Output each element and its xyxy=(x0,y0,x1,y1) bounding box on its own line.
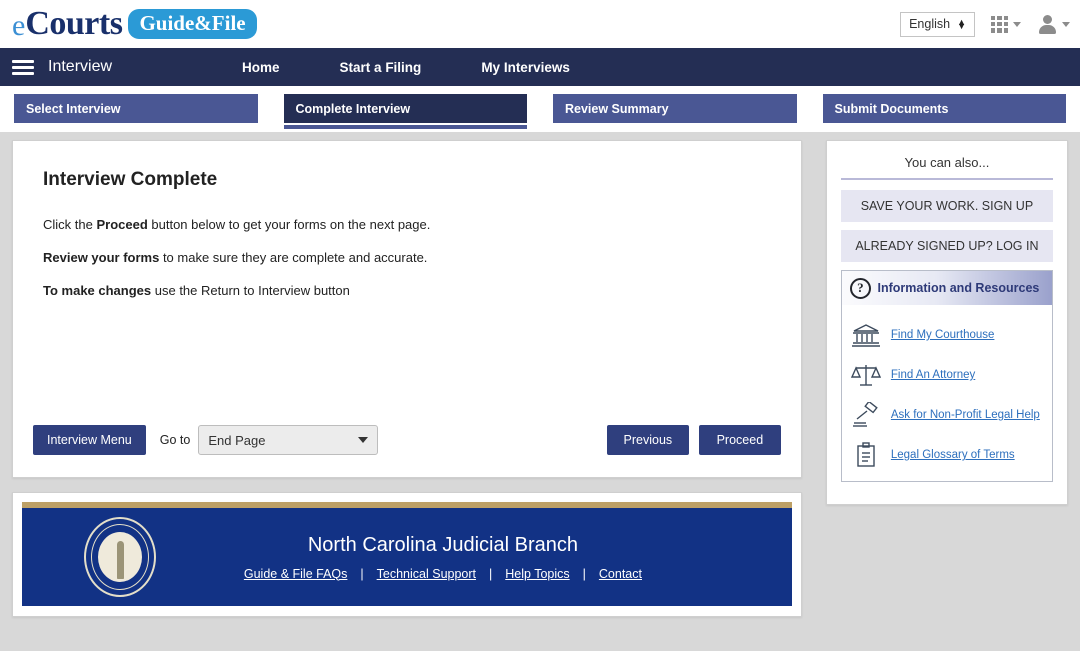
information-and-resources-box: ? Information and Resources Find My Cour… xyxy=(840,270,1053,482)
step-tab-label: Submit Documents xyxy=(834,101,949,116)
resource-row-find-my-courthouse: Find My Courthouse xyxy=(842,315,1052,355)
navbar-title: Interview xyxy=(48,58,113,75)
proceed-button[interactable]: Proceed xyxy=(698,425,781,455)
step-tab-label: Review Summary xyxy=(565,101,669,116)
step-tab-label: Complete Interview xyxy=(295,101,411,116)
step-tab-complete-interview[interactable]: Complete Interview xyxy=(283,94,527,129)
site-footer-card: North Carolina Judicial Branch Guide & F… xyxy=(12,492,802,617)
previous-button[interactable]: Previous xyxy=(606,425,689,455)
resource-links-list: Find My Courthouse Find An Attorney Ask … xyxy=(842,305,1052,481)
page-title: Interview Complete xyxy=(43,169,218,190)
footer-link-separator: | xyxy=(489,566,493,581)
language-selector[interactable]: English ▲ ▼ xyxy=(900,11,975,37)
footer-link-technical-support[interactable]: Technical Support xyxy=(377,567,476,581)
information-and-resources-title: Information and Resources xyxy=(877,281,1040,295)
footer-title: North Carolina Judicial Branch xyxy=(307,533,578,556)
brand-header-actions: English ▲ ▼ xyxy=(900,0,1070,48)
paragraph-2-bold: Review your forms xyxy=(43,250,160,265)
resource-link-find-my-courthouse[interactable]: Find My Courthouse xyxy=(891,329,995,341)
information-and-resources-header: ? Information and Resources xyxy=(841,271,1052,305)
ecourts-logo[interactable]: e Courts Guide&File xyxy=(12,7,257,41)
apps-grid-button[interactable] xyxy=(991,15,1021,33)
nc-judicial-seal-icon xyxy=(84,517,156,597)
hamburger-menu-icon[interactable] xyxy=(12,59,34,75)
navbar-links: Home Start a Filing My Interviews xyxy=(212,60,600,75)
nav-link-home[interactable]: Home xyxy=(212,60,310,75)
resource-row-find-an-attorney: Find An Attorney xyxy=(842,355,1052,395)
footer-link-contact[interactable]: Contact xyxy=(599,567,642,581)
chevron-down-icon xyxy=(1013,21,1021,27)
scales-of-justice-icon xyxy=(850,362,881,388)
footer-link-separator: | xyxy=(360,566,364,581)
brand-header: e Courts Guide&File English ▲ ▼ xyxy=(0,0,1080,48)
gavel-icon xyxy=(851,400,881,428)
interview-complete-card: Interview Complete Click the Proceed but… xyxy=(12,140,802,478)
sidebar-column: You can also... SAVE YOUR WORK. SIGN UP … xyxy=(825,140,1068,505)
sidebar-divider xyxy=(840,178,1053,180)
updown-arrows-icon: ▲ ▼ xyxy=(957,17,966,31)
user-avatar-icon xyxy=(1037,14,1057,34)
you-can-also-panel: You can also... SAVE YOUR WORK. SIGN UP … xyxy=(825,140,1068,505)
paragraph-3-bold: To make changes xyxy=(43,283,152,298)
main-navbar: Interview Home Start a Filing My Intervi… xyxy=(0,48,1080,86)
nav-link-my-interviews[interactable]: My Interviews xyxy=(451,60,600,75)
step-tab-select-interview[interactable]: Select Interview xyxy=(14,94,258,123)
logo-guide-and-file-badge: Guide&File xyxy=(128,9,257,39)
paragraph-1-suffix: button below to get your forms on the ne… xyxy=(147,217,431,232)
logo-e-text: e xyxy=(12,9,26,42)
goto-label: Go to xyxy=(159,433,191,447)
step-tab-review-summary[interactable]: Review Summary xyxy=(553,94,797,123)
paragraph-1-prefix: Click the xyxy=(43,217,97,232)
instruction-paragraph-3: To make changes use the Return to Interv… xyxy=(43,283,781,298)
paragraph-2-suffix: to make sure they are complete and accur… xyxy=(159,250,428,265)
goto-page-select[interactable]: End Page xyxy=(198,425,379,455)
goto-page-select-value: End Page xyxy=(208,432,266,448)
chevron-down-icon xyxy=(358,437,369,443)
resource-link-legal-glossary[interactable]: Legal Glossary of Terms xyxy=(891,449,1015,461)
step-tab-label: Select Interview xyxy=(26,101,121,116)
interview-menu-button[interactable]: Interview Menu xyxy=(33,425,146,455)
chevron-down-icon xyxy=(1062,21,1070,27)
footer-link-guide-and-file-faqs[interactable]: Guide & File FAQs xyxy=(244,567,348,581)
resource-link-find-an-attorney[interactable]: Find An Attorney xyxy=(891,369,975,381)
nav-link-start-a-filing[interactable]: Start a Filing xyxy=(310,60,452,75)
paragraph-1-bold: Proceed xyxy=(96,217,148,232)
instruction-paragraph-1: Click the Proceed button below to get yo… xyxy=(43,217,781,232)
progress-step-tabs: Select Interview Complete Interview Revi… xyxy=(0,86,1080,132)
footer-link-help-topics[interactable]: Help Topics xyxy=(505,567,569,581)
question-mark-icon: ? xyxy=(849,277,871,299)
interview-controls: Interview Menu Go to End Page Previous P… xyxy=(33,425,781,455)
paragraph-3-suffix: use the Return to Interview button xyxy=(151,283,350,298)
resource-row-legal-glossary: Legal Glossary of Terms xyxy=(842,435,1052,475)
resource-row-nonprofit-legal-help: Ask for Non-Profit Legal Help xyxy=(842,395,1052,435)
page-body: Interview Complete Click the Proceed but… xyxy=(0,132,1080,617)
user-account-button[interactable] xyxy=(1037,14,1070,34)
language-selector-value: English xyxy=(909,17,951,31)
main-column: Interview Complete Click the Proceed but… xyxy=(12,140,802,617)
footer-body: North Carolina Judicial Branch Guide & F… xyxy=(22,508,792,606)
step-tab-submit-documents[interactable]: Submit Documents xyxy=(822,94,1066,123)
sidebar-heading: You can also... xyxy=(904,155,990,170)
footer-text-block: North Carolina Judicial Branch Guide & F… xyxy=(156,534,730,581)
resource-link-nonprofit-legal-help[interactable]: Ask for Non-Profit Legal Help xyxy=(891,409,1040,421)
apps-grid-icon xyxy=(991,15,1008,33)
courthouse-icon xyxy=(851,322,881,348)
log-in-button[interactable]: ALREADY SIGNED UP? LOG IN xyxy=(840,230,1053,262)
sign-up-button[interactable]: SAVE YOUR WORK. SIGN UP xyxy=(840,190,1053,222)
logo-courts-text: Courts xyxy=(25,5,123,42)
footer-link-separator: | xyxy=(582,566,586,581)
instruction-paragraph-2: Review your forms to make sure they are … xyxy=(43,250,781,265)
clipboard-icon xyxy=(851,442,881,468)
footer-links: Guide & File FAQs | Technical Support | … xyxy=(156,567,730,581)
